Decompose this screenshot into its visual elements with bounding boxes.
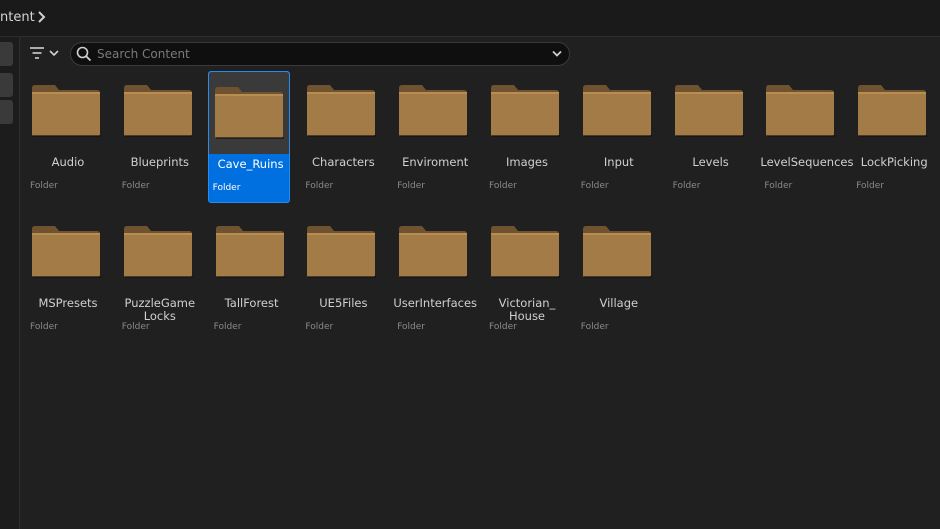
folder-thumbnail bbox=[852, 70, 932, 152]
folder-tile[interactable]: UserInterfaces Folder bbox=[393, 211, 478, 343]
asset-type-label: Folder bbox=[397, 322, 426, 332]
folder-icon bbox=[857, 83, 928, 141]
folder-name: Audio bbox=[51, 155, 85, 169]
folder-tile[interactable]: LevelSequences Folder bbox=[760, 70, 854, 202]
asset-type-label: Folder bbox=[489, 181, 517, 191]
folder-name: Blueprints bbox=[130, 155, 190, 169]
asset-type-label: Folder bbox=[121, 181, 150, 191]
folder-name: Input bbox=[603, 155, 634, 169]
asset-type-label: Folder bbox=[305, 181, 334, 191]
folder-icon bbox=[306, 83, 377, 141]
folder-tile[interactable]: Images Folder bbox=[485, 70, 567, 202]
folder-thumbnail bbox=[485, 70, 565, 152]
folder-tile[interactable]: Audio Folder bbox=[26, 70, 108, 202]
folder-thumbnail bbox=[26, 70, 106, 152]
folder-tile[interactable]: Village Folder bbox=[577, 211, 659, 343]
asset-type-label: Folder bbox=[580, 181, 609, 191]
folder-tile[interactable]: UE5Files Folder bbox=[301, 211, 383, 343]
chevron-right-icon[interactable] bbox=[37, 10, 47, 24]
folder-thumbnail bbox=[118, 211, 198, 293]
folder-icon bbox=[31, 224, 101, 282]
folder-icon bbox=[215, 224, 285, 282]
folder-thumbnail bbox=[301, 211, 381, 293]
divider bbox=[0, 36, 940, 37]
search-icon bbox=[76, 46, 92, 62]
asset-type-label: Folder bbox=[672, 181, 701, 191]
folder-icon bbox=[582, 224, 652, 282]
left-panel bbox=[0, 37, 20, 529]
folder-tile[interactable]: Input Folder bbox=[577, 70, 659, 202]
asset-type-label: Folder bbox=[30, 181, 58, 191]
folder-tile[interactable]: Levels Folder bbox=[669, 70, 751, 202]
asset-type-label: Folder bbox=[30, 322, 58, 332]
folder-icon bbox=[582, 83, 652, 141]
folder-icon bbox=[123, 224, 193, 282]
folder-name: LockPicking bbox=[860, 155, 928, 169]
breadcrumb-content[interactable]: ntent bbox=[0, 10, 35, 25]
folder-name: Village bbox=[599, 296, 639, 310]
folder-icon bbox=[490, 224, 560, 282]
panel-button[interactable] bbox=[0, 42, 13, 66]
folder-icon bbox=[674, 83, 744, 141]
folder-icon bbox=[306, 224, 377, 282]
folder-icon bbox=[214, 85, 284, 143]
folder-name: UserInterfaces bbox=[393, 296, 478, 310]
folder-thumbnail bbox=[485, 211, 565, 293]
folder-thumbnail bbox=[208, 72, 289, 154]
asset-type-label: Folder bbox=[212, 183, 241, 193]
folder-name: Cave_Ruins bbox=[217, 157, 284, 171]
folder-name: MSPresets bbox=[38, 296, 98, 310]
folder-thumbnail bbox=[210, 211, 290, 293]
folder-name: LevelSequences bbox=[760, 155, 854, 169]
folder-thumbnail bbox=[669, 70, 749, 152]
folder-tile[interactable]: LockPicking Folder bbox=[852, 70, 934, 202]
folder-tile[interactable]: TallForest Folder bbox=[210, 211, 292, 343]
asset-type-label: Folder bbox=[213, 322, 242, 332]
folder-name: Victorian_ House bbox=[498, 296, 556, 323]
folder-name: UE5Files bbox=[319, 296, 368, 310]
folder-name: Levels bbox=[692, 155, 729, 169]
folder-icon bbox=[765, 83, 836, 141]
folder-icon bbox=[490, 83, 560, 141]
folder-tile[interactable]: MSPresets Folder bbox=[26, 211, 108, 343]
folder-tile[interactable]: Characters Folder bbox=[301, 70, 383, 202]
folder-thumbnail bbox=[760, 70, 840, 152]
asset-type-label: Folder bbox=[489, 322, 517, 332]
folder-tile[interactable]: PuzzleGame Locks Folder bbox=[118, 211, 200, 343]
folder-thumbnail bbox=[393, 211, 473, 293]
asset-type-label: Folder bbox=[121, 322, 150, 332]
folder-tile[interactable]: Blueprints Folder bbox=[118, 70, 200, 202]
folder-icon bbox=[123, 83, 193, 141]
folder-name: PuzzleGame Locks bbox=[124, 296, 196, 323]
folder-icon bbox=[31, 83, 101, 141]
folder-thumbnail bbox=[393, 70, 473, 152]
chevron-down-icon[interactable] bbox=[551, 48, 563, 60]
folder-thumbnail bbox=[577, 70, 657, 152]
folder-thumbnail bbox=[26, 211, 106, 293]
folder-name: Enviroment bbox=[402, 155, 469, 169]
filter-button[interactable] bbox=[29, 45, 65, 62]
panel-button[interactable] bbox=[0, 73, 13, 97]
asset-type-label: Folder bbox=[856, 181, 885, 191]
folder-name: Images bbox=[505, 155, 548, 169]
folder-tile[interactable]: Cave_Ruins Folder bbox=[207, 71, 290, 203]
search-box[interactable] bbox=[70, 42, 570, 66]
folder-thumbnail bbox=[118, 70, 198, 152]
asset-type-label: Folder bbox=[580, 322, 609, 332]
folder-icon bbox=[398, 224, 469, 282]
search-input[interactable] bbox=[97, 45, 537, 63]
folder-thumbnail bbox=[301, 70, 381, 152]
folder-thumbnail bbox=[577, 211, 657, 293]
asset-type-label: Folder bbox=[305, 322, 334, 332]
folder-name: TallForest bbox=[224, 296, 279, 310]
asset-type-label: Folder bbox=[397, 181, 426, 191]
folder-tile[interactable]: Victorian_ House Folder bbox=[485, 211, 567, 343]
asset-type-label: Folder bbox=[764, 181, 793, 191]
folder-name: Characters bbox=[312, 155, 375, 169]
panel-button[interactable] bbox=[0, 100, 13, 124]
folder-icon bbox=[398, 83, 469, 141]
toolbar: ntent bbox=[0, 0, 940, 36]
folder-tile[interactable]: Enviroment Folder bbox=[393, 70, 475, 202]
filter-icon bbox=[30, 47, 59, 59]
